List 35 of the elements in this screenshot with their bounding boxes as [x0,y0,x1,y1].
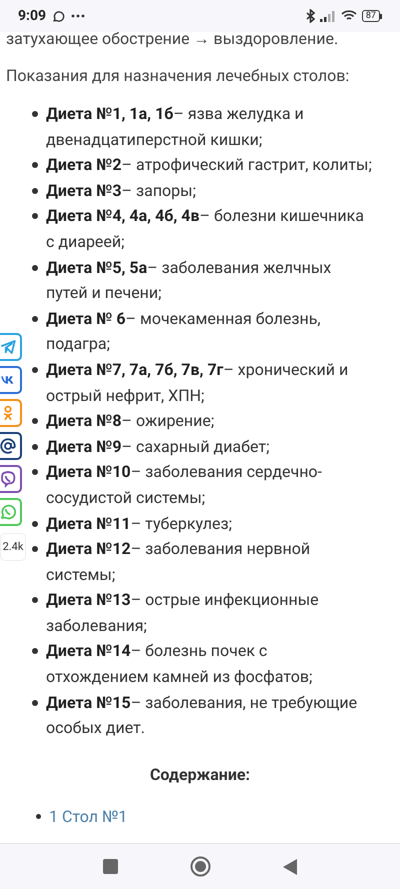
home-button[interactable] [190,856,211,877]
battery-icon: 87 [362,10,382,22]
list-item: Диета №13– острые инфекционные заболевания; [46,589,320,637]
phone-bubble-icon [0,470,17,488]
list-item: Диета №12– заболевания нервной системы; [46,538,312,586]
list-item: Диета № 6– мочекаменная болезнь, подагра; [46,308,322,356]
list-item: Диета №1, 1а, 1б– язва желудка и двенадцатиперстной кишки; [46,103,305,151]
share-count: 2.4k [0,533,26,561]
list-item: Диета №14– болезнь почек с отхождением камней из фосфатов; [46,640,314,688]
wifi-icon [340,10,357,22]
contents-link[interactable]: 1 Стол №1 [49,804,128,829]
list-item: Диета №9– сахарный диабет; [46,436,270,458]
list-item: Диета №8– ожирение; [46,410,214,432]
list-item: Диета №7, 7а, 7б, 7в, 7г– хронический и острый нефрит, ХПН; [46,358,350,407]
phone-bubble-icon [0,503,17,521]
share-button[interactable] [0,366,22,394]
bluetooth-icon [306,9,315,23]
section-heading: Показания для назначения лечебных столов: [6,65,350,87]
list-item: Диета №10– заболевания сердечно-сосудистой системы; [46,461,323,509]
paragraph: затухающее обострение → выздоровление. [6,32,340,49]
list-item: Диета №15– заболевания, не требующие особых диет. [46,692,358,740]
paper-plane-icon [0,338,17,356]
list-item: Диета №3– запоры; [46,180,196,202]
list-item: Диета №11– туберкулез; [46,512,232,534]
list-item: Диета №2– атрофический гастрит, колиты; [46,154,372,176]
back-button[interactable] [283,858,297,874]
at-sign-icon [0,437,17,455]
share-button[interactable] [0,465,22,493]
signal-icon [320,10,336,22]
more-icon [71,14,86,18]
share-button[interactable] [0,432,22,460]
list-item: Диета №5, 5а– заболевания желчных путей и печени; [46,256,332,304]
list-item: Диета №4, 4а, 4б, 4в– болезни кишечника с диареей; [46,205,365,253]
contents-heading: Содержание: [148,764,252,786]
clock-time: 9:09 [18,6,46,26]
